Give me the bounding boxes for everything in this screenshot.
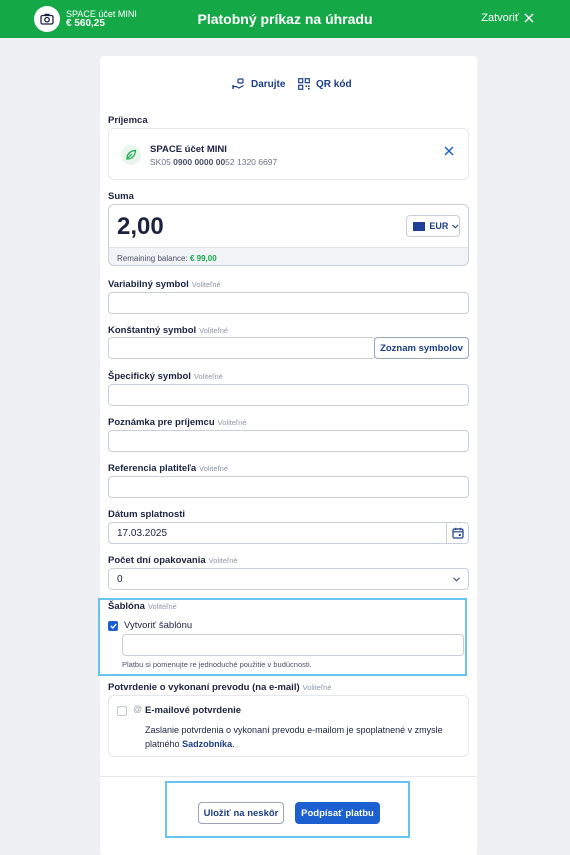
close-label: Zatvoriť — [481, 12, 519, 24]
specific-symbol-label: Špecifický symbol Voliteľné — [108, 371, 223, 382]
amount-input-area[interactable]: 2,00 EUR — [109, 205, 468, 248]
remaining-value: € 99,00 — [189, 254, 217, 263]
payment-form-card: Darujte QR kód Príjemca SPACE účet MINI … — [98, 56, 477, 855]
constant-symbol-label: Konštantný symbol Voliteľné — [108, 325, 229, 336]
donate-label: Darujte — [251, 78, 286, 90]
qr-code-label: QR kód — [316, 78, 352, 90]
calendar-icon — [452, 527, 464, 539]
donate-icon — [232, 78, 244, 89]
eu-flag-icon — [413, 221, 426, 231]
currency-value: EUR — [429, 221, 449, 231]
amount-input[interactable]: 2,00 — [117, 213, 164, 241]
template-name-input[interactable] — [122, 634, 464, 656]
template-label: Šablóna Voliteľné — [108, 601, 177, 612]
due-date-label: Dátum splatnosti — [108, 509, 186, 520]
repeat-days-select[interactable]: 0 — [108, 568, 469, 590]
due-date-input[interactable]: 17.03.2025 — [108, 522, 469, 544]
confirmation-label: Potvrdenie o vykonaní prevodu (na e-mail… — [108, 682, 332, 693]
payer-reference-input[interactable] — [108, 476, 469, 498]
note-label: Poznámka pre príjemcu Voliteľné — [108, 417, 247, 428]
amount-label: Suma — [108, 191, 134, 202]
specific-symbol-input[interactable] — [108, 384, 469, 406]
email-confirmation-text: Zaslanie potvrdenia o vykonaní prevodu e… — [145, 723, 445, 751]
create-template-label: Vytvoriť šablónu — [124, 620, 193, 631]
symbol-list-button[interactable]: Zoznam symbolov — [374, 337, 469, 359]
at-icon: @ — [133, 704, 143, 714]
payer-reference-label: Referencia platiteľa Voliteľné — [108, 463, 229, 474]
close-button[interactable]: Zatvoriť — [481, 12, 534, 24]
amount-field: 2,00 EUR Remaining balance: € 99,00 — [108, 204, 469, 266]
variable-symbol-input[interactable] — [108, 292, 469, 314]
donate-link[interactable]: Darujte — [232, 78, 285, 90]
close-icon — [524, 13, 534, 23]
iban-prefix: SK05 — [150, 157, 171, 167]
note-input[interactable] — [108, 430, 469, 452]
checkbox-checked[interactable] — [108, 620, 118, 631]
chevron-down-icon — [452, 224, 459, 228]
create-template-checkbox[interactable]: Vytvoriť šablónu — [108, 620, 192, 631]
check-icon — [109, 623, 117, 629]
top-bar: SPACE účet MINI € 560,25 Platobný príkaz… — [0, 0, 570, 38]
qr-code-link[interactable]: QR kód — [298, 78, 352, 90]
recipient-name: SPACE účet MINI — [150, 144, 227, 155]
email-confirmation-label: E-mailové potvrdenie — [145, 705, 242, 716]
currency-select[interactable]: EUR — [406, 215, 460, 237]
calendar-button[interactable] — [446, 522, 469, 544]
recipient-label: Príjemca — [108, 115, 148, 126]
recipient-iban: SK05 0900 0000 0052 1320 6697 — [150, 157, 277, 167]
iban-rest: 52 1320 6697 — [225, 157, 278, 167]
chevron-down-icon — [453, 576, 460, 582]
fee-schedule-link[interactable]: Sadzobníka — [182, 739, 232, 749]
email-confirmation-checkbox[interactable] — [117, 706, 127, 716]
save-later-button[interactable]: Uložiť na neskôr — [198, 802, 284, 824]
repeat-days-value: 0 — [117, 573, 123, 585]
template-hint: Platbu si pomenujte re jednoduché použit… — [122, 660, 312, 669]
constant-symbol-input[interactable] — [108, 337, 376, 359]
remaining-label: Remaining balance: — [117, 254, 188, 263]
repeat-days-label: Počet dní opakovania Voliteľné — [108, 555, 238, 566]
iban-bold: 0900 0000 00 — [173, 157, 226, 167]
leaf-icon — [121, 145, 141, 165]
recipient-card: SPACE účet MINI SK05 0900 0000 0052 1320… — [108, 128, 469, 180]
sign-payment-button[interactable]: Podpísať platbu — [295, 802, 380, 824]
variable-symbol-label: Variabilný symbol Voliteľné — [108, 279, 221, 290]
remove-recipient-icon[interactable] — [444, 146, 454, 156]
email-confirmation-card: @ E-mailové potvrdenie Zaslanie potvrden… — [108, 695, 469, 757]
qr-code-icon — [298, 78, 310, 90]
divider — [100, 776, 477, 777]
remaining-balance: Remaining balance: € 99,00 — [117, 254, 217, 263]
confirmation-suffix: . — [232, 739, 235, 749]
